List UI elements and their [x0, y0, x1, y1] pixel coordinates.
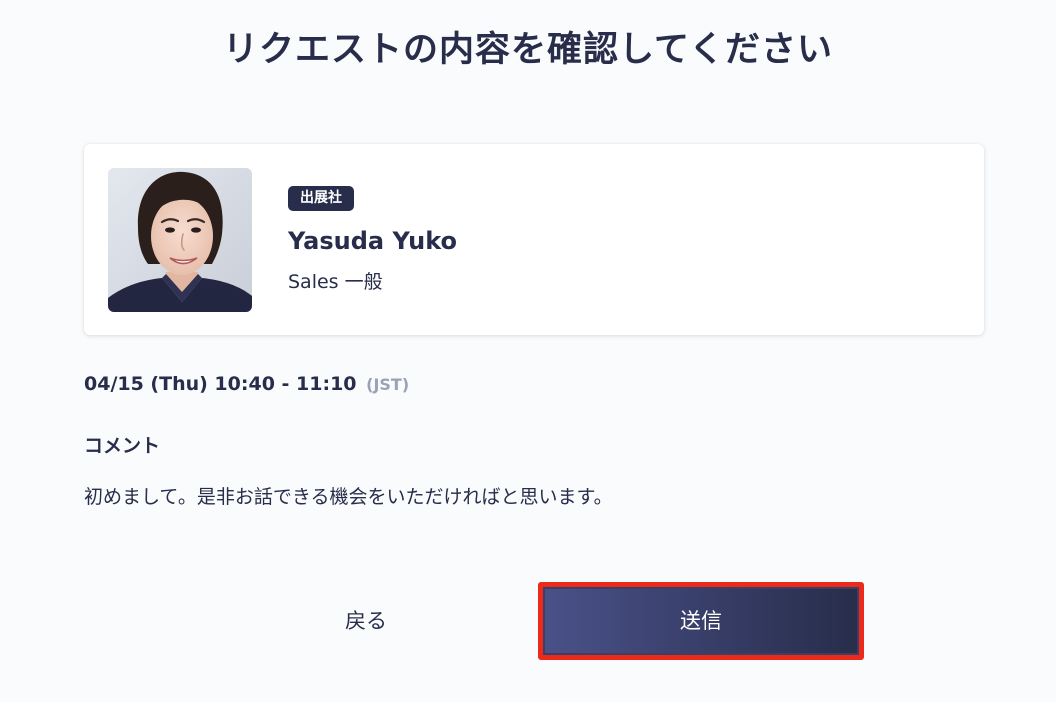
exhibitor-badge: 出展社 — [288, 186, 354, 211]
comment-text: 初めまして。是非お話できる機会をいただければと思います。 — [84, 486, 613, 508]
back-button[interactable]: 戻る — [290, 588, 442, 654]
avatar — [108, 168, 252, 312]
profile-role: Sales 一般 — [288, 271, 383, 293]
send-button[interactable]: 送信 — [538, 582, 864, 660]
avatar-photo — [108, 168, 252, 312]
profile-name: Yasuda Yuko — [288, 227, 457, 255]
comment-heading: コメント — [84, 435, 161, 457]
exhibitor-profile-card: 出展社 Yasuda Yuko Sales 一般 — [84, 144, 984, 335]
timezone-label: (JST) — [366, 375, 410, 394]
meeting-time-range: 04/15 (Thu) 10:40 - 11:10 — [84, 373, 357, 395]
page-title: リクエストの内容を確認してください — [223, 30, 833, 70]
meeting-datetime: 04/15 (Thu) 10:40 - 11:10 (JST) — [84, 370, 409, 399]
